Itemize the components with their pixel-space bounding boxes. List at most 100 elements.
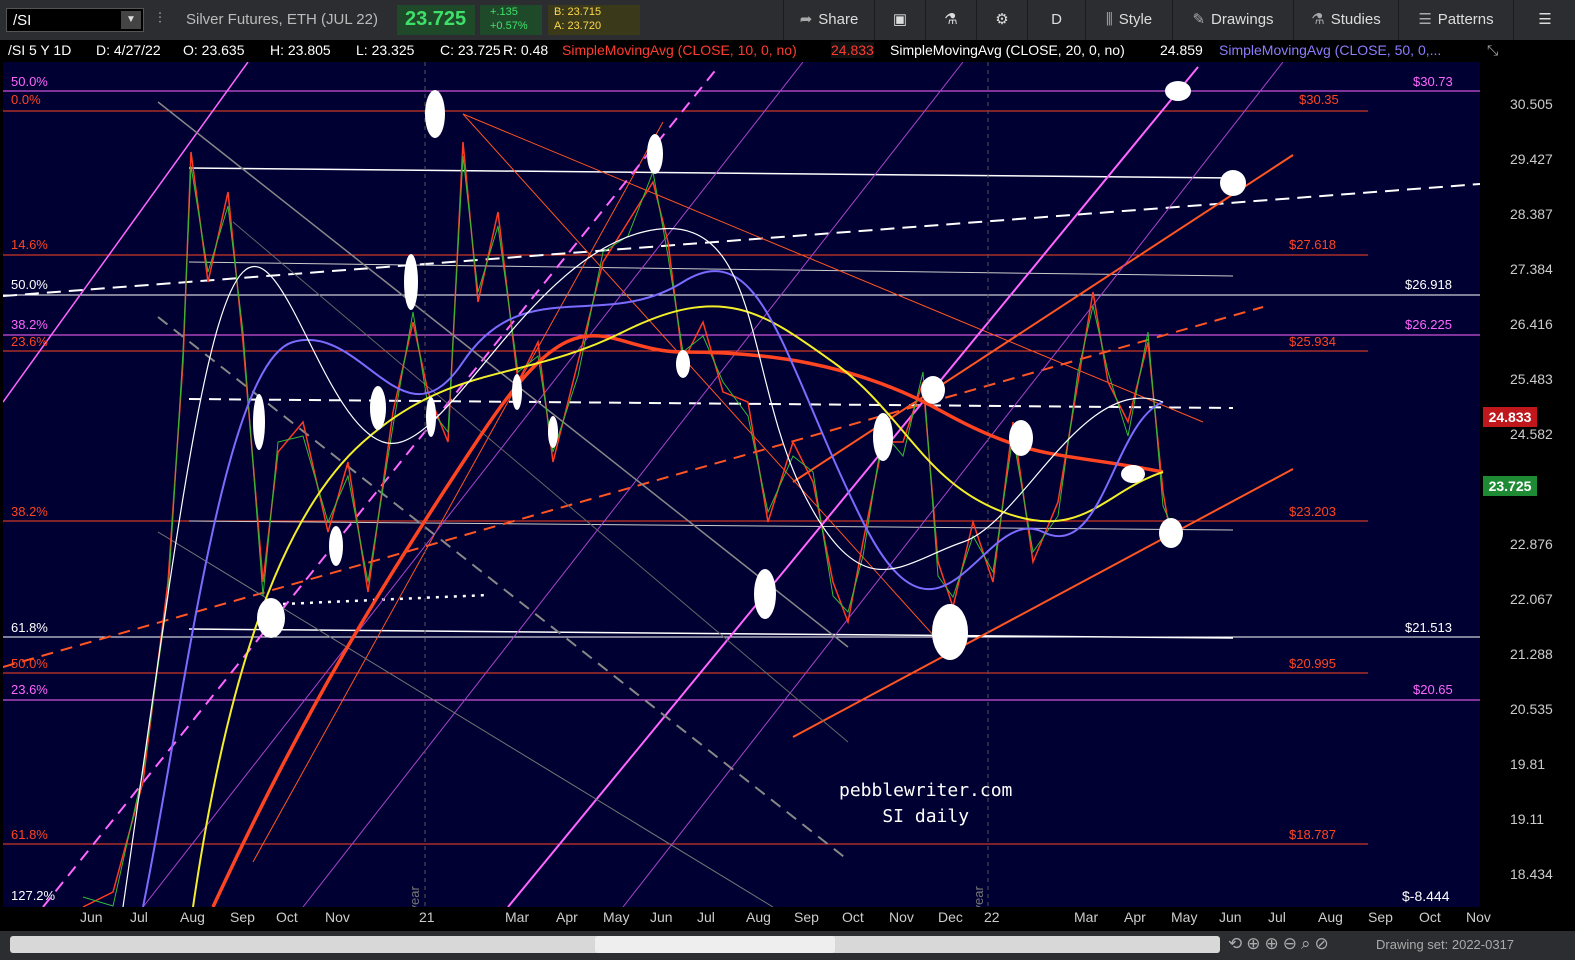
style-button[interactable]: ⫼ Style xyxy=(1085,0,1172,40)
time-tick: Mar xyxy=(1074,909,1099,925)
price-chart[interactable]: pebblewriter.com SI daily 2020 year 2021… xyxy=(3,62,1480,907)
time-tick: Jun xyxy=(1219,909,1242,925)
time-tick: May xyxy=(1171,909,1198,925)
last-price: 23.725 xyxy=(405,8,467,30)
time-tick: Jul xyxy=(130,909,148,925)
flask-button[interactable]: ⚗ xyxy=(925,0,976,40)
price-tick: 22.876 xyxy=(1510,536,1553,552)
menu-button[interactable]: ☰ xyxy=(1513,0,1575,40)
drawing-set-label[interactable]: Drawing set: 2022-0317 xyxy=(1376,937,1514,952)
bar-date: D: 4/27/22 xyxy=(96,42,161,58)
price-tick: 26.416 xyxy=(1510,316,1553,332)
sma10-value: 24.833 xyxy=(831,42,874,58)
price-tick: 24.582 xyxy=(1510,426,1553,442)
time-tick: Sep xyxy=(794,909,819,925)
time-tick: Nov xyxy=(889,909,914,925)
time-tick: Aug xyxy=(1318,909,1343,925)
trend-line xyxy=(188,520,1234,531)
price-tick: 19.11 xyxy=(1510,811,1544,827)
zoom-out-icon[interactable]: ⊖ xyxy=(1283,934,1301,953)
time-tick: Jul xyxy=(697,909,715,925)
highlight-marker xyxy=(676,350,690,378)
bar-range: R: 0.48 xyxy=(503,42,549,58)
watermark-site: pebblewriter.com xyxy=(839,780,1013,801)
top-toolbar: /SI ▼ ⫶ Silver Futures, ETH (JUL 22) 23.… xyxy=(0,0,1575,41)
symbol-input[interactable]: /SI ▼ xyxy=(6,8,144,32)
chart-canvas[interactable] xyxy=(3,62,1480,907)
time-tick: Aug xyxy=(180,909,205,925)
trend-line xyxy=(142,62,804,907)
highlight-marker xyxy=(1220,170,1246,196)
fib-left-label: 23.6% xyxy=(11,334,48,349)
settings-button[interactable]: ⚙ xyxy=(976,0,1027,40)
zoom-in-icon[interactable]: ⊕ xyxy=(1265,934,1283,953)
scrollbar-thumb[interactable] xyxy=(595,936,835,953)
time-tick: Jul xyxy=(1268,909,1286,925)
fib-left-label: 61.8% xyxy=(11,827,48,842)
fib-right-label: $30.73 xyxy=(1413,74,1453,89)
dashed-trend-line xyxy=(42,66,719,907)
fib-left-label: 50.0% xyxy=(11,74,48,89)
change-pct: +0.57% xyxy=(490,20,528,32)
price-tick: 20.535 xyxy=(1510,701,1553,717)
highlight-marker xyxy=(932,604,968,660)
fib-right-label: $21.513 xyxy=(1405,620,1452,635)
highlight-marker xyxy=(921,376,945,404)
flask-icon: ⚗ xyxy=(944,11,958,28)
change-abs: +.135 xyxy=(490,6,518,18)
highlight-marker xyxy=(754,569,776,619)
fib-left-label: 0.0% xyxy=(11,92,41,107)
gear-icon: ⚙ xyxy=(995,11,1009,28)
highlight-marker xyxy=(1159,518,1183,548)
studies-button[interactable]: ⚗ Studies xyxy=(1293,0,1398,40)
chart-info: /SI 5 Y 1D xyxy=(8,42,72,58)
undo-icon[interactable]: ⟲ xyxy=(1228,934,1246,953)
highlight-marker xyxy=(548,416,558,448)
fib-right-label: $20.65 xyxy=(1413,682,1453,697)
share-button[interactable]: ➦ Share xyxy=(783,0,874,40)
time-tick: Nov xyxy=(325,909,350,925)
dashed-trend-line xyxy=(3,183,1480,297)
time-tick: Apr xyxy=(556,909,578,925)
fib-left-label: 38.2% xyxy=(11,317,48,332)
link-icon[interactable]: ⫶ xyxy=(158,10,162,27)
aggregation-button[interactable]: D xyxy=(1027,0,1085,40)
highlight-marker xyxy=(257,598,285,638)
chart-scrollbar[interactable] xyxy=(10,936,1220,953)
patterns-button[interactable]: ☰ Patterns xyxy=(1398,0,1513,40)
fib-left-label: 14.6% xyxy=(11,237,48,252)
chart-scrollbar-area: ⟲⊕⊕⊖⌕⊘ Drawing set: 2022-0317 xyxy=(0,931,1575,960)
crosshair-icon[interactable]: ⊕ xyxy=(1246,934,1264,953)
bid-ask-box: B: 23.715 A: 23.720 xyxy=(548,5,640,35)
price-tick: 30.505 xyxy=(1510,96,1553,112)
chevron-down-icon[interactable]: ▼ xyxy=(121,11,141,29)
highlight-marker xyxy=(1009,420,1033,456)
highlight-marker xyxy=(873,413,893,461)
time-tick: Dec xyxy=(938,909,963,925)
eraser-icon[interactable]: ⊘ xyxy=(1315,934,1333,953)
year-marker-2020: 2020 year xyxy=(407,886,422,907)
dashed-trend-line xyxy=(3,306,1264,668)
sma50-label[interactable]: SimpleMovingAvg (CLOSE, 50, 0,... xyxy=(1219,42,1441,58)
price-tick: 21.288 xyxy=(1510,646,1553,662)
drawings-button[interactable]: ✎ Drawings xyxy=(1172,0,1293,40)
time-tick: Oct xyxy=(1419,909,1441,925)
sma20-label[interactable]: SimpleMovingAvg (CLOSE, 20, 0, no) xyxy=(890,42,1125,58)
time-axis[interactable]: Jun Jul Aug Sep Oct Nov 21 Mar Apr May J… xyxy=(0,907,1575,931)
time-tick: Aug xyxy=(746,909,771,925)
chart-book-button[interactable]: ▣ xyxy=(874,0,925,40)
time-tick: Apr xyxy=(1124,909,1146,925)
price-tick: 19.81 xyxy=(1510,756,1546,772)
menu-icon: ☰ xyxy=(1538,11,1552,28)
zoom-controls[interactable]: ⟲⊕⊕⊖⌕⊘ xyxy=(1228,934,1333,954)
highlight-marker xyxy=(329,526,343,566)
year-marker-2021: 2021 year xyxy=(971,886,986,907)
sma10-label[interactable]: SimpleMovingAvg (CLOSE, 10, 0, no) xyxy=(562,42,797,58)
expand-icon[interactable]: ⤡ xyxy=(1487,42,1498,59)
pencil-icon: ✎ xyxy=(1192,11,1206,28)
zoom-box-icon[interactable]: ⌕ xyxy=(1301,934,1315,953)
highlight-marker xyxy=(512,374,522,410)
price-tick: 25.483 xyxy=(1510,371,1553,387)
bar-high: H: 23.805 xyxy=(270,42,331,58)
time-tick: Sep xyxy=(230,909,255,925)
